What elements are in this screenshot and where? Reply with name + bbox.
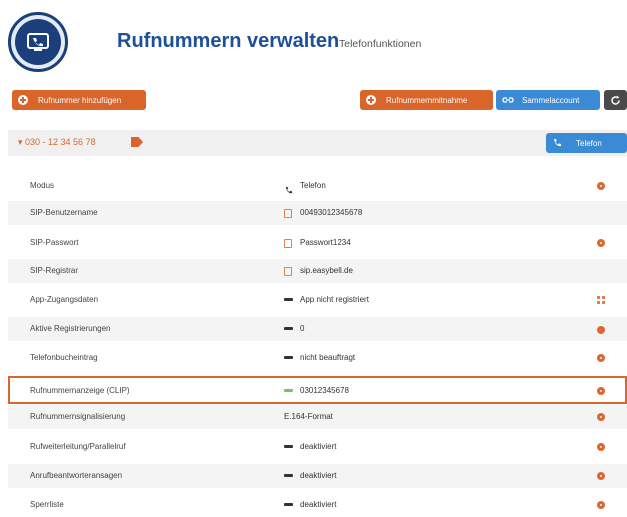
setting-row-sip-username: SIP-Benutzername 00493012345678 xyxy=(8,201,627,225)
row-value: E.164-Format xyxy=(284,412,333,421)
row-value: Passwort1234 xyxy=(300,238,351,247)
row-value: Telefon xyxy=(300,181,326,190)
setting-row-sip-password: SIP-Passwort Passwort1234 xyxy=(8,231,627,255)
plus-circle-icon xyxy=(18,95,28,105)
page-title: Rufnummern verwalten xyxy=(117,30,340,52)
settings-icon[interactable] xyxy=(597,182,605,190)
row-label: Anrufbeantworteransagen xyxy=(30,471,123,480)
status-dash-icon xyxy=(284,445,293,448)
row-label: SIP-Benutzername xyxy=(30,208,98,217)
settings-icon[interactable] xyxy=(597,354,605,362)
app-logo xyxy=(8,12,68,72)
settings-icon[interactable] xyxy=(597,239,605,247)
setting-row-clip: Rufnummernanzeige (CLIP) 03012345678 xyxy=(8,376,627,404)
number-header-bar xyxy=(8,130,627,156)
row-value: sip.easybell.de xyxy=(300,266,353,275)
row-label: App-Zugangsdaten xyxy=(30,295,99,304)
row-value: 00493012345678 xyxy=(300,208,363,217)
settings-icon[interactable] xyxy=(597,501,605,509)
status-dash-icon xyxy=(284,327,293,330)
trunk-account-button[interactable]: Sammelaccount xyxy=(496,90,600,110)
row-value: 03012345678 xyxy=(300,386,349,395)
row-label: SIP-Passwort xyxy=(30,238,79,247)
setting-row-blocklist: Sperrliste deaktiviert xyxy=(8,493,627,517)
phone-button-label: Telefon xyxy=(576,138,602,148)
status-dash-green-icon xyxy=(284,389,293,392)
row-value: App nicht registriert xyxy=(300,295,369,304)
qr-code-icon[interactable] xyxy=(597,296,605,304)
refresh-icon xyxy=(611,95,620,105)
number-porting-button[interactable]: Rufnummernmitnahme xyxy=(360,90,493,110)
status-dash-icon xyxy=(284,356,293,359)
phone-button[interactable]: Telefon xyxy=(546,133,627,153)
phone-icon xyxy=(284,182,293,200)
setting-row-app-credentials: App-Zugangsdaten App nicht registriert xyxy=(8,288,627,312)
setting-row-forwarding: Rufweiterleitung/Parallelruf deaktiviert xyxy=(8,435,627,459)
status-dash-icon xyxy=(284,474,293,477)
row-value: deaktiviert xyxy=(300,471,337,480)
settings-icon[interactable] xyxy=(597,443,605,451)
setting-row-modus: Modus Telefon xyxy=(8,174,627,198)
setting-row-phonebook: Telefonbucheintrag nicht beauftragt xyxy=(8,346,627,370)
add-number-label: Rufnummer hinzufügen xyxy=(38,95,122,105)
settings-icon[interactable] xyxy=(597,387,605,395)
setting-row-signaling: Rufnummernsignalisierung E.164-Format xyxy=(8,405,627,429)
telephone-screen-icon xyxy=(15,19,61,65)
settings-icon[interactable] xyxy=(597,413,605,421)
copy-icon[interactable] xyxy=(284,239,292,248)
row-label: Rufnummernanzeige (CLIP) xyxy=(30,386,130,395)
status-dash-icon xyxy=(284,503,293,506)
copy-icon[interactable] xyxy=(284,267,292,276)
phone-number-toggle[interactable]: ▾ 030 - 12 34 56 78 xyxy=(18,137,96,148)
row-value: 0 xyxy=(300,324,305,333)
link-icon xyxy=(502,97,514,103)
row-value: nicht beauftragt xyxy=(300,353,356,362)
row-label: Sperrliste xyxy=(30,500,64,509)
eye-icon[interactable] xyxy=(597,326,605,334)
row-label: Aktive Registrierungen xyxy=(30,324,111,333)
row-label: Rufnummernsignalisierung xyxy=(30,412,126,421)
add-number-button[interactable]: Rufnummer hinzufügen xyxy=(12,90,146,110)
row-value: deaktiviert xyxy=(300,442,337,451)
setting-row-active-registrations: Aktive Registrierungen 0 xyxy=(8,317,627,341)
row-value: deaktiviert xyxy=(300,500,337,509)
phone-icon xyxy=(554,139,561,147)
row-label: Rufweiterleitung/Parallelruf xyxy=(30,442,126,451)
trunk-account-label: Sammelaccount xyxy=(522,95,580,105)
copy-icon[interactable] xyxy=(284,209,292,218)
settings-icon[interactable] xyxy=(597,472,605,480)
setting-row-sip-registrar: SIP-Registrar sip.easybell.de xyxy=(8,259,627,283)
status-dash-icon xyxy=(284,298,293,301)
plus-circle-icon xyxy=(366,95,376,105)
number-porting-label: Rufnummernmitnahme xyxy=(386,95,468,105)
setting-row-voicemail: Anrufbeantworteransagen deaktiviert xyxy=(8,464,627,488)
row-label: Modus xyxy=(30,181,55,190)
row-label: Telefonbucheintrag xyxy=(30,353,98,362)
refresh-button[interactable] xyxy=(604,90,627,110)
row-label: SIP-Registrar xyxy=(30,266,79,275)
page-subtitle: Telefonfunktionen xyxy=(339,38,422,50)
